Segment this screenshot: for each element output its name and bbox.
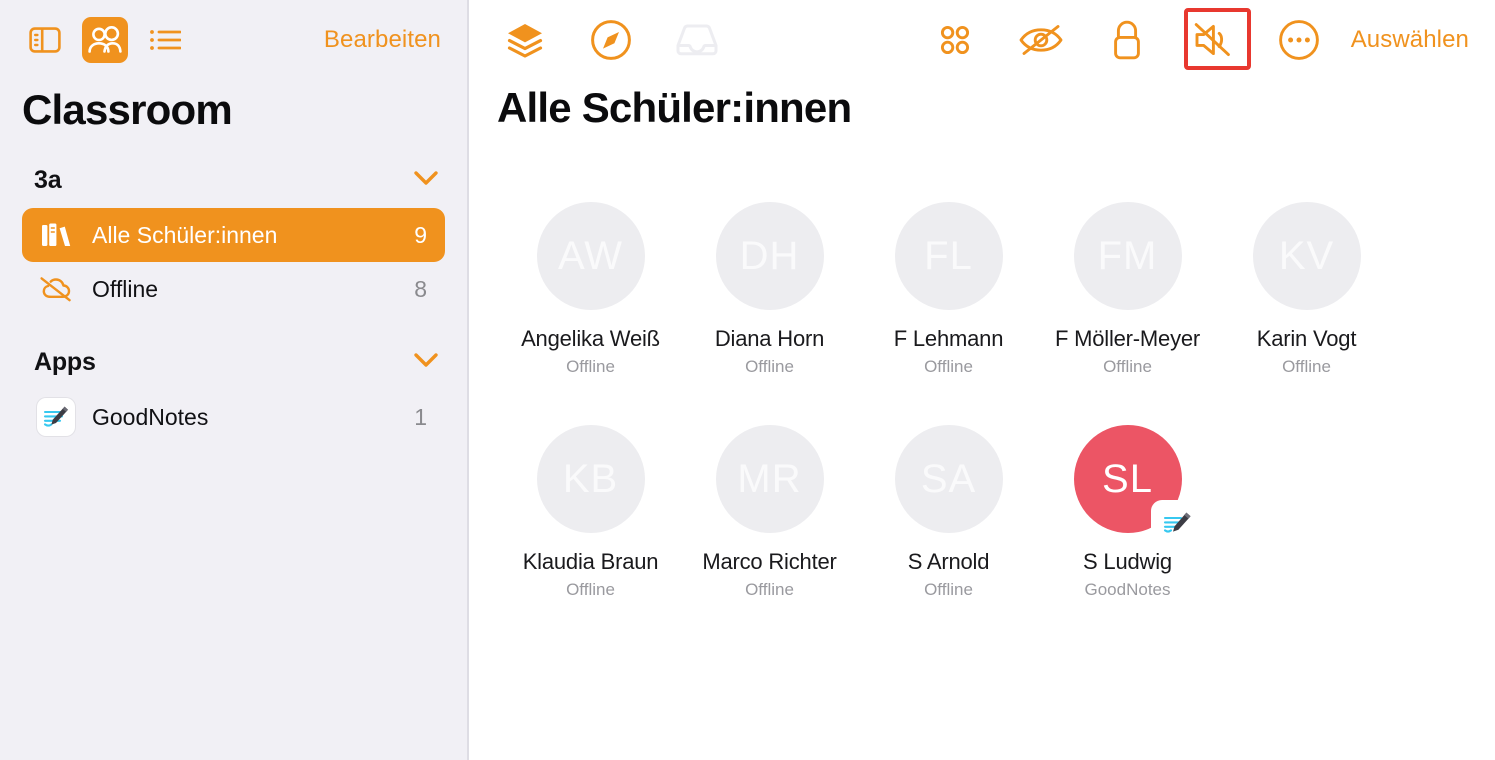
chevron-down-icon[interactable] xyxy=(413,170,439,191)
avatar: FM xyxy=(1073,202,1182,310)
chevron-down-icon[interactable] xyxy=(413,352,439,373)
goodnotes-app-icon xyxy=(1155,505,1200,543)
sidebar-toggle-icon[interactable] xyxy=(22,17,68,63)
student-grid: AW Angelika Weiß Offline DH Diana Horn O… xyxy=(469,132,1495,600)
avatar-initials: AW xyxy=(558,233,623,278)
student-status: Offline xyxy=(924,580,973,599)
student-status: Offline xyxy=(924,357,973,376)
student-status: GoodNotes xyxy=(1084,580,1171,599)
student-name: Karin Vogt xyxy=(1256,326,1357,351)
avatar-initials: KB xyxy=(562,456,619,501)
main-title: Alle Schüler:innen xyxy=(497,84,852,131)
student-name: Diana Horn xyxy=(714,326,825,351)
student-name: S Ludwig xyxy=(1083,549,1172,574)
classroom-window: Bearbeiten Classroom 3a Alle Schüler:inn… xyxy=(0,0,1495,760)
navigate-compass-icon[interactable] xyxy=(583,12,639,68)
sidebar-item-count: 9 xyxy=(414,221,427,248)
select-button[interactable]: Auswählen xyxy=(1327,26,1469,54)
avatar: DH xyxy=(715,202,824,310)
sidebar-item-label: GoodNotes xyxy=(92,403,209,430)
avatar-initials: SA xyxy=(920,456,977,501)
student-status: Offline xyxy=(566,357,615,376)
cloud-slash-icon xyxy=(36,275,76,303)
avatar: SL xyxy=(1073,425,1200,543)
main-panel: Auswählen Alle Schüler:innen AW Angelika… xyxy=(469,0,1495,760)
layers-icon[interactable] xyxy=(497,12,553,68)
avatar-initials: MR xyxy=(737,456,802,501)
avatar: AW xyxy=(536,202,645,310)
student-name: Klaudia Braun xyxy=(522,549,659,574)
student-name: S Arnold xyxy=(907,549,990,574)
sidebar-item-goodnotes[interactable]: GoodNotes 1 xyxy=(22,390,445,444)
student-card[interactable]: KB Klaudia Braun Offline xyxy=(501,425,680,600)
sidebar-item-label: Offline xyxy=(92,275,159,302)
sidebar-item-label: Alle Schüler:innen xyxy=(92,221,278,248)
edit-button[interactable]: Bearbeiten xyxy=(324,26,445,54)
student-name: F Lehmann xyxy=(893,326,1004,351)
sidebar-section-class[interactable]: 3a xyxy=(0,152,467,208)
sidebar-section-label-apps: Apps xyxy=(34,347,96,376)
speaker-mute-icon[interactable] xyxy=(1183,8,1251,70)
sidebar-section-label-class: 3a xyxy=(34,165,62,194)
inbox-tray-icon[interactable] xyxy=(669,12,725,68)
student-card[interactable]: SA S Arnold Offline xyxy=(859,425,1038,600)
student-status: Offline xyxy=(566,580,615,599)
list-icon[interactable] xyxy=(142,17,188,63)
student-status: Offline xyxy=(745,357,794,376)
books-icon xyxy=(36,221,76,249)
sidebar-item-all-students[interactable]: Alle Schüler:innen 9 xyxy=(22,208,445,262)
student-status: Offline xyxy=(1103,357,1152,376)
student-card[interactable]: FM F Möller-Meyer Offline xyxy=(1038,202,1217,377)
main-toolbar: Auswählen xyxy=(469,0,1495,80)
avatar-initials: FL xyxy=(924,233,973,278)
goodnotes-app-icon xyxy=(36,398,76,436)
sidebar-item-offline[interactable]: Offline 8 xyxy=(22,262,445,316)
more-ellipsis-icon[interactable] xyxy=(1271,12,1327,68)
student-status: Offline xyxy=(1282,357,1331,376)
grid-apps-icon[interactable] xyxy=(927,12,983,68)
sidebar-section-apps[interactable]: Apps xyxy=(0,334,467,390)
lock-icon[interactable] xyxy=(1099,12,1155,68)
student-name: Angelika Weiß xyxy=(521,326,660,351)
eye-slash-icon[interactable] xyxy=(1013,12,1069,68)
people-icon[interactable] xyxy=(82,17,128,63)
student-card[interactable]: MR Marco Richter Offline xyxy=(680,425,859,600)
avatar: MR xyxy=(715,425,824,533)
student-name: Marco Richter xyxy=(702,549,837,574)
student-name: F Möller-Meyer xyxy=(1054,326,1201,351)
sidebar-item-count: 1 xyxy=(414,403,427,430)
avatar: KB xyxy=(536,425,645,533)
sidebar-item-count: 8 xyxy=(414,275,427,302)
avatar-initials: KV xyxy=(1278,233,1335,278)
page-title: Classroom xyxy=(22,86,233,133)
sidebar-toolbar: Bearbeiten xyxy=(0,0,467,80)
avatar-initials: DH xyxy=(739,233,800,278)
student-card[interactable]: FL F Lehmann Offline xyxy=(859,202,1038,377)
avatar: SA xyxy=(894,425,1003,533)
avatar: KV xyxy=(1252,202,1361,310)
student-card[interactable]: AW Angelika Weiß Offline xyxy=(501,202,680,377)
student-status: Offline xyxy=(745,580,794,599)
avatar: FL xyxy=(894,202,1003,310)
student-card[interactable]: DH Diana Horn Offline xyxy=(680,202,859,377)
avatar-initials: SL xyxy=(1102,456,1153,501)
student-card[interactable]: SL S Ludwig GoodNotes xyxy=(1038,425,1217,600)
avatar-initials: FM xyxy=(1097,233,1158,278)
sidebar: Bearbeiten Classroom 3a Alle Schüler:inn… xyxy=(0,0,469,760)
student-card[interactable]: KV Karin Vogt Offline xyxy=(1217,202,1396,377)
